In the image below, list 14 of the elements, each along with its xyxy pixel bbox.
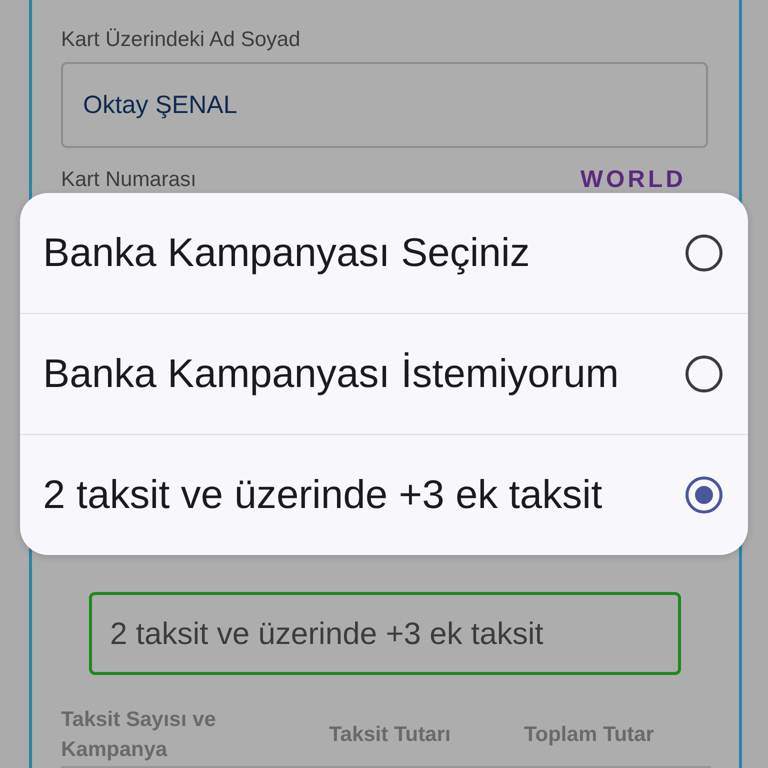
radio-selected-icon[interactable] — [685, 476, 723, 514]
radio-icon[interactable] — [685, 355, 723, 393]
card-brand-logo: WORLD — [580, 168, 686, 192]
name-label: Kart Üzerindeki Ad Soyad — [61, 27, 302, 53]
column-header: Taksit Tutarı — [329, 722, 452, 748]
campaign-option[interactable]: 2 taksit ve üzerinde +3 ek taksit — [20, 434, 748, 555]
campaign-select[interactable]: 2 taksit ve üzerinde +3 ek taksit — [89, 592, 681, 675]
campaign-option[interactable]: Banka Kampanyası Seçiniz — [20, 193, 748, 313]
card-number-label: Kart Numarası — [61, 168, 196, 192]
name-input-field[interactable]: Oktay ŞENAL — [61, 62, 708, 148]
campaign-option[interactable]: Banka Kampanyası İstemiyorum — [20, 313, 748, 434]
column-header: Taksit Sayısı ve Kampanya — [61, 707, 217, 763]
radio-icon[interactable] — [685, 234, 723, 272]
column-header: Toplam Tutar — [524, 722, 655, 748]
